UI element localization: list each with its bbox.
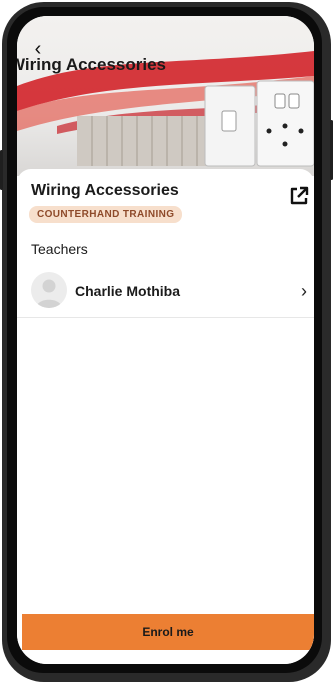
- course-card: Wiring Accessories COUNTERHAND TRAINING …: [17, 169, 314, 664]
- back-button[interactable]: ‹: [27, 38, 49, 60]
- teacher-name: Charlie Mothiba: [75, 283, 181, 299]
- chevron-right-icon: ›: [301, 281, 307, 301]
- teacher-list-item[interactable]: Charlie Mothiba ›: [17, 267, 314, 318]
- course-title: Wiring Accessories: [31, 182, 179, 199]
- side-button-left: [0, 150, 3, 190]
- category-badge: COUNTERHAND TRAINING: [29, 206, 183, 223]
- course-hero-image: Wiring Accessories: [17, 16, 314, 176]
- chevron-left-icon: ‹: [34, 38, 42, 60]
- avatar: [31, 272, 67, 308]
- user-placeholder-icon: [36, 279, 62, 308]
- teachers-heading: Teachers: [31, 241, 88, 257]
- hero-illustration: [17, 51, 314, 167]
- app-screen: Wiring Accessories ‹ Wiring Accessories …: [17, 16, 314, 664]
- external-link-icon[interactable]: [289, 186, 309, 206]
- enrol-button[interactable]: Enrol me: [22, 614, 314, 650]
